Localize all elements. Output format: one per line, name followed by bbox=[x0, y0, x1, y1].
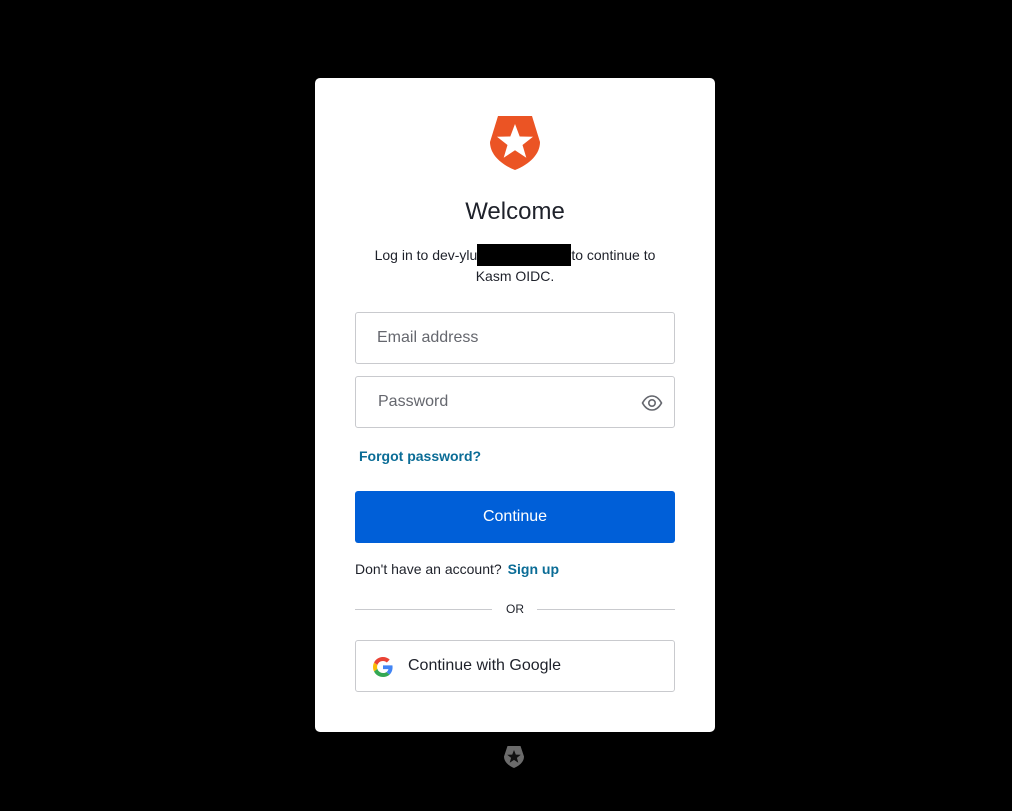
signup-row: Don't have an account? Sign up bbox=[355, 561, 559, 577]
continue-button[interactable]: Continue bbox=[355, 491, 675, 543]
subtitle-prefix: Log in to dev-ylu bbox=[374, 247, 478, 263]
signup-prompt: Don't have an account? bbox=[355, 561, 502, 577]
password-field[interactable] bbox=[355, 376, 675, 428]
email-input[interactable] bbox=[356, 313, 674, 363]
forgot-password-link[interactable]: Forgot password? bbox=[359, 448, 481, 464]
sign-up-link[interactable]: Sign up bbox=[508, 561, 559, 577]
page-title: Welcome bbox=[465, 198, 565, 225]
email-field[interactable] bbox=[355, 312, 675, 364]
or-divider: OR bbox=[355, 602, 675, 616]
auth0-badge-icon bbox=[504, 746, 524, 768]
google-button-label: Continue with Google bbox=[408, 657, 561, 674]
redacted-block bbox=[477, 244, 572, 266]
login-subtitle: Log in to dev-ylu to continue to Kasm OID… bbox=[355, 244, 675, 287]
google-icon bbox=[373, 657, 393, 677]
continue-with-google-button[interactable]: Continue with Google bbox=[355, 640, 675, 692]
password-input[interactable] bbox=[356, 377, 674, 427]
login-card: Welcome Log in to dev-ylu to continue to … bbox=[315, 78, 715, 732]
divider-line-right bbox=[537, 609, 675, 610]
eye-icon[interactable] bbox=[641, 393, 663, 413]
auth0-shield-icon bbox=[490, 116, 540, 170]
